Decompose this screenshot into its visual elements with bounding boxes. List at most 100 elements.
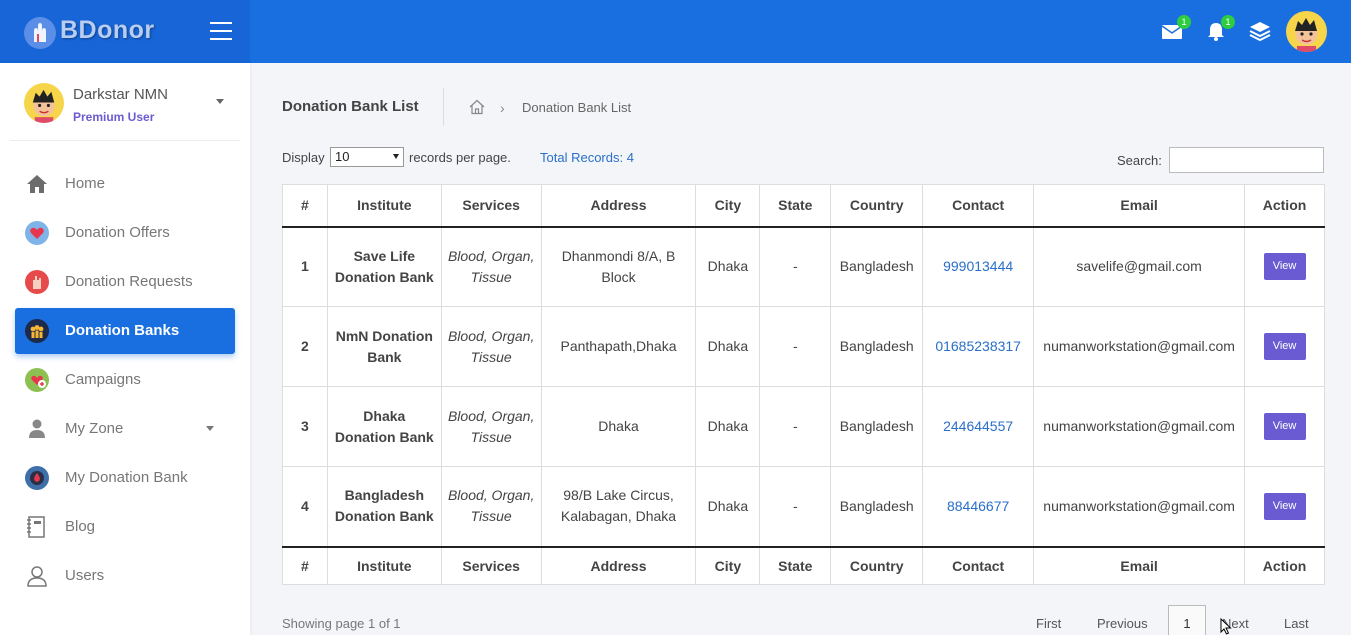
cell-services: Blood, Organ, Tissue — [440, 306, 542, 387]
users-icon — [25, 564, 49, 588]
hand-icon — [25, 270, 49, 294]
column-footer: Institute — [326, 545, 442, 585]
layers-icon[interactable] — [1249, 20, 1273, 44]
top-bar: BDonor 1 1 — [0, 0, 1351, 63]
contact-link[interactable]: 88446677 — [947, 498, 1009, 514]
profile-avatar[interactable] — [1286, 11, 1327, 52]
notification-badge: 1 — [1221, 15, 1235, 29]
contact-link[interactable]: 244644557 — [943, 418, 1013, 434]
column-header[interactable]: Address — [540, 184, 697, 228]
cell-country: Bangladesh — [830, 306, 924, 387]
cell-state: - — [759, 226, 832, 307]
cell-address: Dhaka — [540, 386, 697, 467]
sidebar-item-donation-requests[interactable]: Donation Requests — [15, 259, 235, 305]
column-footer: City — [695, 545, 761, 585]
search-label: Search: — [1117, 153, 1162, 168]
column-header[interactable]: # — [282, 184, 328, 228]
cell-country: Bangladesh — [830, 466, 924, 547]
cell-email: numanworkstation@gmail.com — [1033, 306, 1246, 387]
search-input[interactable] — [1169, 147, 1324, 173]
sidebar-item-my-donation-bank[interactable]: My Donation Bank — [15, 455, 235, 501]
sidebar-item-label: Blog — [65, 518, 96, 535]
breadcrumb-home-icon[interactable] — [469, 99, 485, 115]
cell-institute: Dhaka Donation Bank — [326, 386, 442, 467]
column-header[interactable]: Country — [830, 184, 924, 228]
column-footer: Country — [830, 545, 924, 585]
mail-icon[interactable]: 1 — [1161, 15, 1191, 44]
cell-address: 98/B Lake Circus, Kalabagan, Dhaka — [540, 466, 697, 547]
table-row: 1 Save Life Donation Bank Blood, Organ, … — [282, 226, 1325, 307]
user-avatar[interactable] — [24, 83, 64, 123]
cell-country: Bangladesh — [830, 386, 924, 467]
sidebar-item-donation-banks[interactable]: Donation Banks — [15, 308, 235, 354]
cell-email: savelife@gmail.com — [1033, 226, 1246, 307]
cell-email: numanworkstation@gmail.com — [1033, 466, 1246, 547]
brand-name[interactable]: BDonor — [60, 16, 155, 45]
table-header-row: # Institute Services Address City State … — [282, 184, 1325, 228]
column-footer: Services — [440, 545, 542, 585]
column-header[interactable]: Action — [1244, 184, 1325, 228]
sidebar-item-label: Home — [65, 175, 106, 192]
cell-contact: 999013444 — [922, 226, 1035, 307]
pagination-current-page[interactable]: 1 — [1168, 605, 1206, 635]
bank-icon — [25, 319, 49, 343]
sidebar-item-my-zone[interactable]: My Zone — [15, 406, 235, 452]
sidebar-item-label: Campaigns — [65, 371, 141, 388]
cell-institute: NmN Donation Bank — [326, 306, 442, 387]
sidebar-item-blog[interactable]: Blog — [15, 504, 235, 550]
bell-icon[interactable]: 1 — [1205, 15, 1235, 44]
sidebar-item-home[interactable]: Home — [15, 161, 235, 207]
column-footer: # — [282, 545, 328, 585]
campaign-icon — [25, 368, 49, 392]
column-footer: State — [759, 545, 832, 585]
pagination-last[interactable]: Last — [1284, 616, 1309, 631]
table-footer-row: # Institute Services Address City State … — [282, 545, 1325, 585]
sidebar-item-label: Users — [65, 567, 105, 584]
cell-num: 3 — [282, 386, 328, 467]
cell-contact: 244644557 — [922, 386, 1035, 467]
view-button[interactable]: View — [1263, 413, 1306, 440]
cell-services: Blood, Organ, Tissue — [440, 466, 542, 547]
home-icon — [25, 172, 49, 196]
view-button[interactable]: View — [1263, 253, 1306, 281]
view-button[interactable]: View — [1263, 492, 1306, 520]
pagination-previous[interactable]: Previous — [1097, 616, 1148, 631]
view-button[interactable]: View — [1263, 333, 1306, 360]
contact-link[interactable]: 999013444 — [943, 258, 1013, 274]
breadcrumb-current: Donation Bank List — [522, 100, 632, 115]
title-divider — [443, 88, 444, 126]
column-footer: Action — [1244, 545, 1325, 585]
contact-link[interactable]: 01685238317 — [935, 338, 1021, 354]
user-menu-chevron-down-icon[interactable] — [216, 99, 224, 104]
column-header[interactable]: City — [695, 184, 761, 228]
sidebar-item-campaigns[interactable]: Campaigns — [15, 357, 235, 403]
column-header[interactable]: State — [759, 184, 832, 228]
sidebar-item-label: Donation Offers — [65, 224, 170, 241]
cell-city: Dhaka — [695, 306, 761, 387]
sidebar-item-donation-offers[interactable]: Donation Offers — [15, 210, 235, 256]
cell-state: - — [759, 466, 832, 547]
pagination-first[interactable]: First — [1036, 616, 1061, 631]
sidebar-item-users[interactable]: Users — [15, 553, 235, 599]
column-header[interactable]: Institute — [326, 184, 442, 228]
sidebar-item-label: Donation Requests — [65, 273, 193, 290]
cell-state: - — [759, 386, 832, 467]
column-header[interactable]: Email — [1033, 184, 1246, 228]
cell-action: View — [1244, 466, 1325, 547]
mail-badge: 1 — [1177, 15, 1191, 29]
cell-email: numanworkstation@gmail.com — [1033, 386, 1246, 467]
records-per-page-value: 10 — [335, 149, 350, 164]
cell-num: 2 — [282, 306, 328, 387]
menu-toggle-icon[interactable] — [210, 22, 232, 40]
showing-page-info: Showing page 1 of 1 — [282, 616, 401, 631]
brand-area: BDonor — [0, 0, 250, 63]
records-per-page-select[interactable]: 10 — [330, 147, 404, 167]
brand-logo-icon[interactable] — [24, 17, 56, 49]
donation-bank-table: # Institute Services Address City State … — [282, 184, 1325, 585]
column-header[interactable]: Services — [440, 184, 542, 228]
user-icon — [25, 417, 49, 441]
chevron-down-icon — [393, 154, 399, 159]
column-header[interactable]: Contact — [922, 184, 1035, 228]
cell-services: Blood, Organ, Tissue — [440, 386, 542, 467]
user-panel: Darkstar NMN Premium User — [10, 63, 240, 141]
